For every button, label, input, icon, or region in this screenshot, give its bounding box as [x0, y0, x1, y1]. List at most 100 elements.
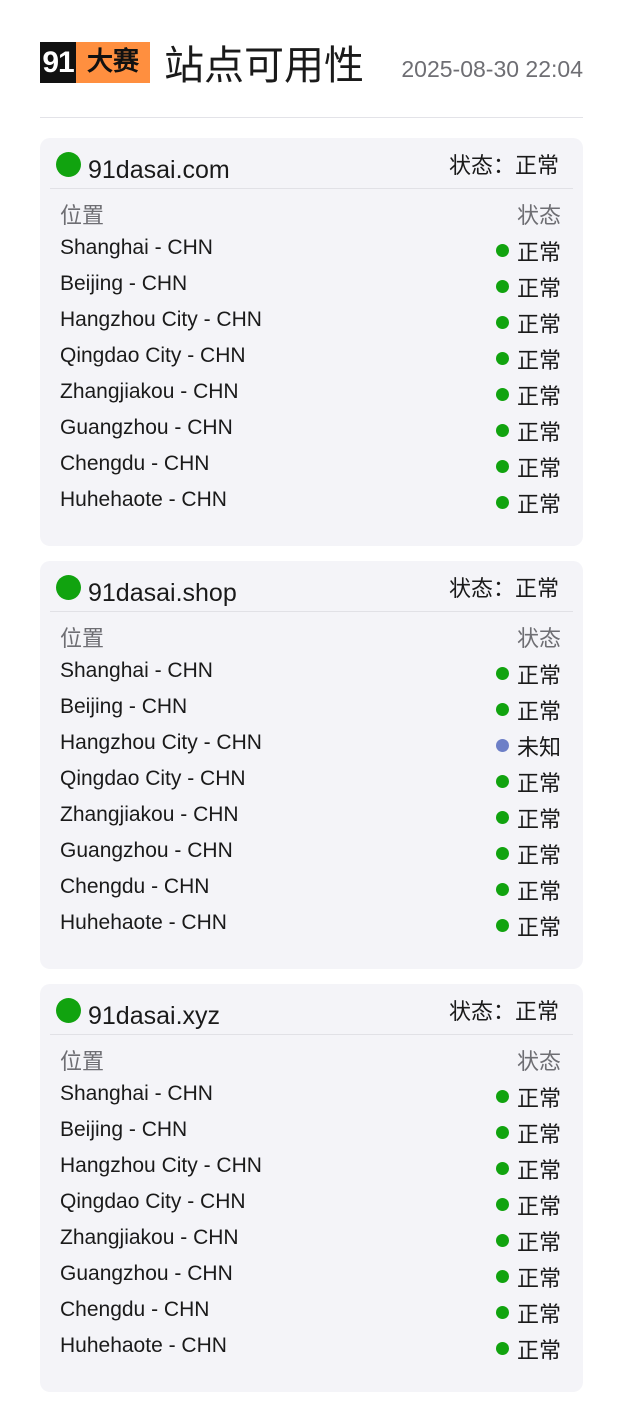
location-row: Zhangjiakou - CHN 正常 [60, 376, 561, 412]
status-ok-dot-icon [496, 424, 509, 437]
location-row: Guangzhou - CHN 正常 [60, 412, 561, 448]
location-status: 正常 [516, 241, 561, 266]
location-row: Shanghai - CHN 正常 [60, 232, 561, 268]
column-header-location: 位置 [60, 204, 105, 229]
location-name: Hangzhou City - CHN [60, 731, 262, 754]
location-status: 正常 [516, 772, 561, 797]
status-ok-dot-icon [496, 1270, 509, 1283]
site-status-dot-icon [56, 575, 81, 600]
location-name: Guangzhou - CHN [60, 416, 233, 439]
location-row: Huhehaote - CHN 正常 [60, 1330, 561, 1366]
location-name: Hangzhou City - CHN [60, 1154, 262, 1177]
location-status: 正常 [516, 1087, 561, 1112]
location-row: Guangzhou - CHN 正常 [60, 1258, 561, 1294]
location-name: Huhehaote - CHN [60, 911, 227, 934]
location-status: 正常 [516, 277, 561, 302]
location-name: Zhangjiakou - CHN [60, 1226, 239, 1249]
location-name: Huhehaote - CHN [60, 488, 227, 511]
status-ok-dot-icon [496, 1342, 509, 1355]
location-name: Chengdu - CHN [60, 1298, 210, 1321]
site-card: 91dasai.shop 状态：正常 位置 状态 Shanghai - CHN 正常 Bei… [40, 561, 583, 969]
location-status: 正常 [516, 385, 561, 410]
location-status: 正常 [516, 421, 561, 446]
location-status: 正常 [516, 1339, 561, 1364]
location-status: 正常 [516, 808, 561, 833]
status-ok-dot-icon [496, 460, 509, 473]
status-ok-dot-icon [496, 667, 509, 680]
site-status-dot-icon [56, 152, 81, 177]
status-ok-dot-icon [496, 1090, 509, 1103]
location-row: Qingdao City - CHN 正常 [60, 763, 561, 799]
location-list: Shanghai - CHN 正常 Beijing - CHN 正常 Hangzhou … [60, 1078, 561, 1366]
updated-timestamp: 2025-08-30 22:04 [401, 56, 583, 82]
location-name: Shanghai - CHN [60, 1082, 213, 1105]
column-header: 位置 状态 [60, 202, 561, 232]
status-ok-dot-icon [496, 703, 509, 716]
location-row: Qingdao City - CHN 正常 [60, 340, 561, 376]
status-ok-dot-icon [496, 883, 509, 896]
site-overall-status: 状态：正常 [448, 577, 559, 602]
location-name: Shanghai - CHN [60, 236, 213, 259]
location-status: 正常 [516, 349, 561, 374]
location-row: Qingdao City - CHN 正常 [60, 1186, 561, 1222]
location-name: Beijing - CHN [60, 272, 188, 295]
location-name: Zhangjiakou - CHN [60, 803, 239, 826]
location-name: Huhehaote - CHN [60, 1334, 227, 1357]
page-header: 91 大赛 站点可用性 2025-08-30 22:04 [40, 0, 583, 118]
location-status: 正常 [516, 1267, 561, 1292]
location-name: Qingdao City - CHN [60, 767, 246, 790]
status-ok-dot-icon [496, 1126, 509, 1139]
site-overall-status: 状态：正常 [448, 1000, 559, 1025]
status-ok-dot-icon [496, 280, 509, 293]
location-status: 未知 [516, 736, 561, 761]
location-row: Shanghai - CHN 正常 [60, 655, 561, 691]
status-ok-dot-icon [496, 1234, 509, 1247]
location-status: 正常 [516, 313, 561, 338]
location-list: Shanghai - CHN 正常 Beijing - CHN 正常 Hangzhou … [60, 655, 561, 943]
site-card-header: 91dasai.shop 状态：正常 [50, 561, 573, 612]
location-name: Zhangjiakou - CHN [60, 380, 239, 403]
location-name: Guangzhou - CHN [60, 1262, 233, 1285]
column-header: 位置 状态 [60, 1048, 561, 1078]
location-row: Beijing - CHN 正常 [60, 691, 561, 727]
page-title: 站点可用性 [164, 43, 364, 89]
location-status: 正常 [516, 457, 561, 482]
site-status-dot-icon [56, 998, 81, 1023]
location-status: 正常 [516, 1303, 561, 1328]
location-row: Guangzhou - CHN 正常 [60, 835, 561, 871]
location-row: Hangzhou City - CHN 未知 [60, 727, 561, 763]
location-name: Qingdao City - CHN [60, 1190, 246, 1213]
location-row: Hangzhou City - CHN 正常 [60, 304, 561, 340]
site-name-link[interactable]: 91dasai.shop [88, 577, 237, 609]
location-name: Hangzhou City - CHN [60, 308, 262, 331]
site-name-link[interactable]: 91dasai.xyz [88, 1000, 220, 1032]
status-ok-dot-icon [496, 352, 509, 365]
column-header: 位置 状态 [60, 625, 561, 655]
location-status: 正常 [516, 664, 561, 689]
logo-word: 大赛 [76, 42, 150, 83]
location-row: Huhehaote - CHN 正常 [60, 484, 561, 520]
site-name-link[interactable]: 91dasai.com [88, 154, 230, 186]
status-ok-dot-icon [496, 811, 509, 824]
location-name: Chengdu - CHN [60, 875, 210, 898]
location-row: Huhehaote - CHN 正常 [60, 907, 561, 943]
status-ok-dot-icon [496, 316, 509, 329]
status-ok-dot-icon [496, 388, 509, 401]
location-status: 正常 [516, 1231, 561, 1256]
location-row: Chengdu - CHN 正常 [60, 448, 561, 484]
location-row: Chengdu - CHN 正常 [60, 1294, 561, 1330]
location-row: Zhangjiakou - CHN 正常 [60, 1222, 561, 1258]
location-name: Qingdao City - CHN [60, 344, 246, 367]
status-unknown-dot-icon [496, 739, 509, 752]
logo-number: 91 [40, 42, 76, 83]
status-ok-dot-icon [496, 775, 509, 788]
location-status: 正常 [516, 1159, 561, 1184]
brand-logo[interactable]: 91 大赛 [40, 42, 150, 83]
location-name: Chengdu - CHN [60, 452, 210, 475]
location-name: Shanghai - CHN [60, 659, 213, 682]
status-ok-dot-icon [496, 919, 509, 932]
location-status: 正常 [516, 844, 561, 869]
location-row: Beijing - CHN 正常 [60, 1114, 561, 1150]
location-status: 正常 [516, 916, 561, 941]
site-card: 91dasai.xyz 状态：正常 位置 状态 Shanghai - CHN 正常 Beij… [40, 984, 583, 1392]
